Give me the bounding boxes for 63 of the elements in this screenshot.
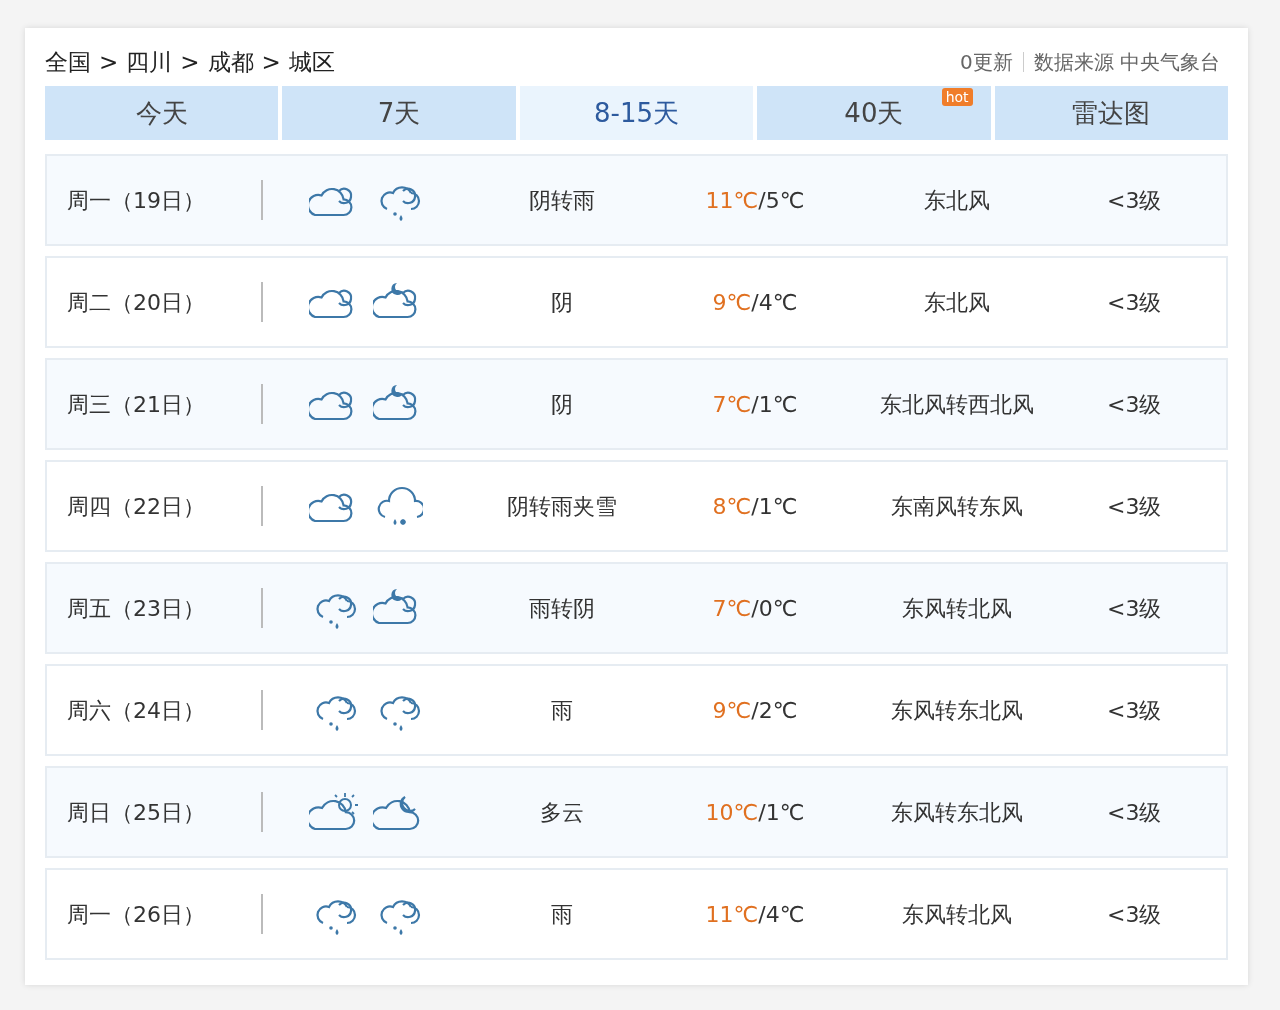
day-date: 周日（25日） [67,798,206,827]
day-date: 周四（22日） [67,492,206,521]
wind-direction: 东北风 [923,288,991,317]
high-temperature: 9℃ [712,288,752,317]
high-temperature: 7℃ [712,594,752,623]
update-time: 0更新 [959,49,1013,76]
weather-text: 多云 [539,798,585,827]
wind-direction: 东风转北风 [901,900,1013,929]
tab[interactable]: 8-15天 [519,86,754,140]
low-temperature: /1℃ [751,390,798,419]
hot-badge: hot [941,88,973,106]
tab[interactable]: 今天 [45,86,279,140]
tab[interactable]: 雷达图 [994,86,1228,140]
tab[interactable]: 40天 hot [757,86,991,140]
low-temperature: /5℃ [758,186,805,215]
day-date: 周二（20日） [67,288,206,317]
wind-level: <3级 [1107,900,1162,929]
high-temperature: 9℃ [712,696,752,725]
low-temperature: /0℃ [751,594,798,623]
wind-level: <3级 [1107,186,1162,215]
wind-level: <3级 [1107,798,1162,827]
wind-level: <3级 [1107,492,1162,521]
breadcrumb-link[interactable]: 四川 [126,44,173,80]
weather-text: 阴 [550,288,574,317]
day-date: 周三（21日） [67,390,206,419]
weather-text: 雨 [550,900,574,929]
day-date: 周五（23日） [67,594,206,623]
weather-text: 阴转雨 [528,186,596,215]
breadcrumb-link[interactable]: 城区 [288,44,335,80]
low-temperature: /4℃ [751,288,798,317]
low-temperature: /1℃ [751,492,798,521]
low-temperature: /4℃ [758,900,805,929]
data-source: 数据来源 中央气象台 [1033,49,1220,76]
weather-text: 阴 [550,390,574,419]
weather-text: 雨 [550,696,574,725]
day-date: 周六（24日） [67,696,206,725]
high-temperature: 10℃ [705,798,759,827]
day-date: 周一（19日） [67,186,206,215]
low-temperature: /2℃ [751,696,798,725]
wind-direction: 东风转北风 [901,594,1013,623]
day-date: 周一（26日） [67,900,206,929]
wind-level: <3级 [1107,696,1162,725]
wind-direction: 东南风转东风 [890,492,1024,521]
high-temperature: 7℃ [712,390,752,419]
breadcrumb-separator: > [99,47,119,77]
wind-direction: 东北风转西北风 [879,390,1035,419]
weather-text: 阴转雨夹雪 [506,492,618,521]
breadcrumb-link[interactable]: 成都 [207,44,254,80]
wind-level: <3级 [1107,390,1162,419]
wind-level: <3级 [1107,594,1162,623]
wind-level: <3级 [1107,288,1162,317]
breadcrumb-link[interactable]: 全国 [45,44,91,80]
low-temperature: /1℃ [758,798,805,827]
high-temperature: 11℃ [705,186,759,215]
wind-direction: 东北风 [923,186,991,215]
tab[interactable]: 7天 [282,86,516,140]
high-temperature: 8℃ [712,492,752,521]
weather-text: 雨转阴 [528,594,596,623]
wind-direction: 东风转东北风 [890,798,1024,827]
breadcrumb-separator: > [180,47,200,77]
high-temperature: 11℃ [705,900,759,929]
breadcrumb-separator: > [261,47,281,77]
wind-direction: 东风转东北风 [890,696,1024,725]
